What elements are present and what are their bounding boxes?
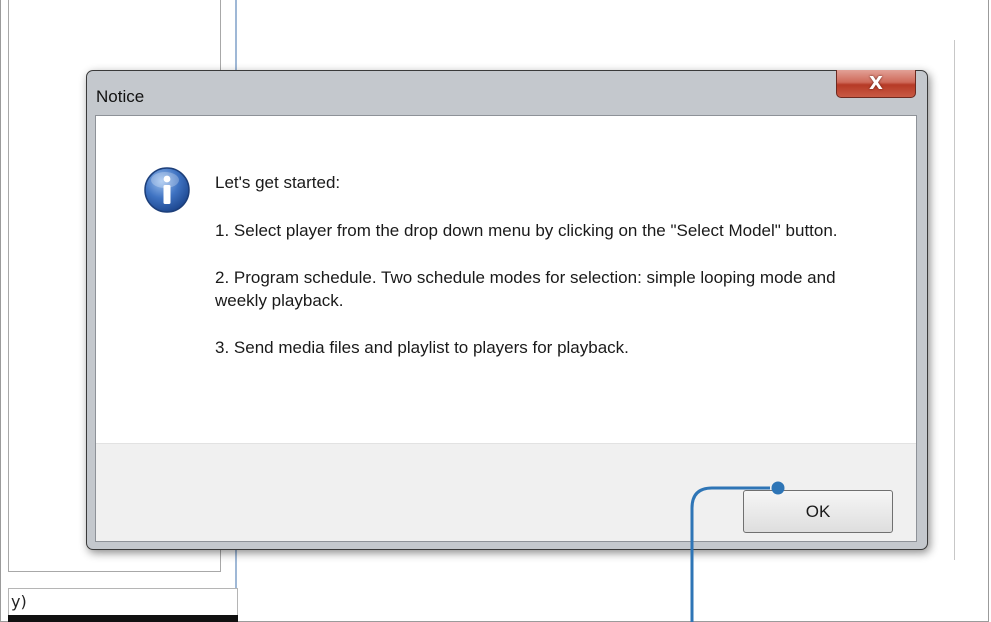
close-button[interactable]: X	[836, 70, 916, 98]
message-intro: Let's get started:	[215, 173, 341, 192]
message-step-3: 3. Send media files and playlist to play…	[215, 338, 629, 357]
background-status-field: y)	[8, 588, 238, 616]
notice-dialog: Notice X Let's get started: 1. Select pl…	[86, 70, 928, 550]
information-icon	[144, 167, 190, 213]
background-status-text: y)	[11, 592, 27, 611]
ok-button[interactable]: OK	[743, 490, 893, 533]
background-black-bar	[8, 615, 238, 622]
close-icon: X	[869, 72, 883, 94]
message-step-1: 1. Select player from the drop down menu…	[215, 221, 838, 240]
message-area: Let's get started: 1. Select player from…	[96, 116, 916, 443]
message-step-2: 2. Program schedule. Two schedule modes …	[215, 268, 836, 310]
dialog-title: Notice	[96, 87, 145, 106]
background-right-edge	[954, 40, 955, 560]
button-bar: OK	[96, 443, 916, 541]
message-text: Let's get started: 1. Select player from…	[215, 171, 875, 383]
dialog-body: Let's get started: 1. Select player from…	[95, 115, 917, 542]
